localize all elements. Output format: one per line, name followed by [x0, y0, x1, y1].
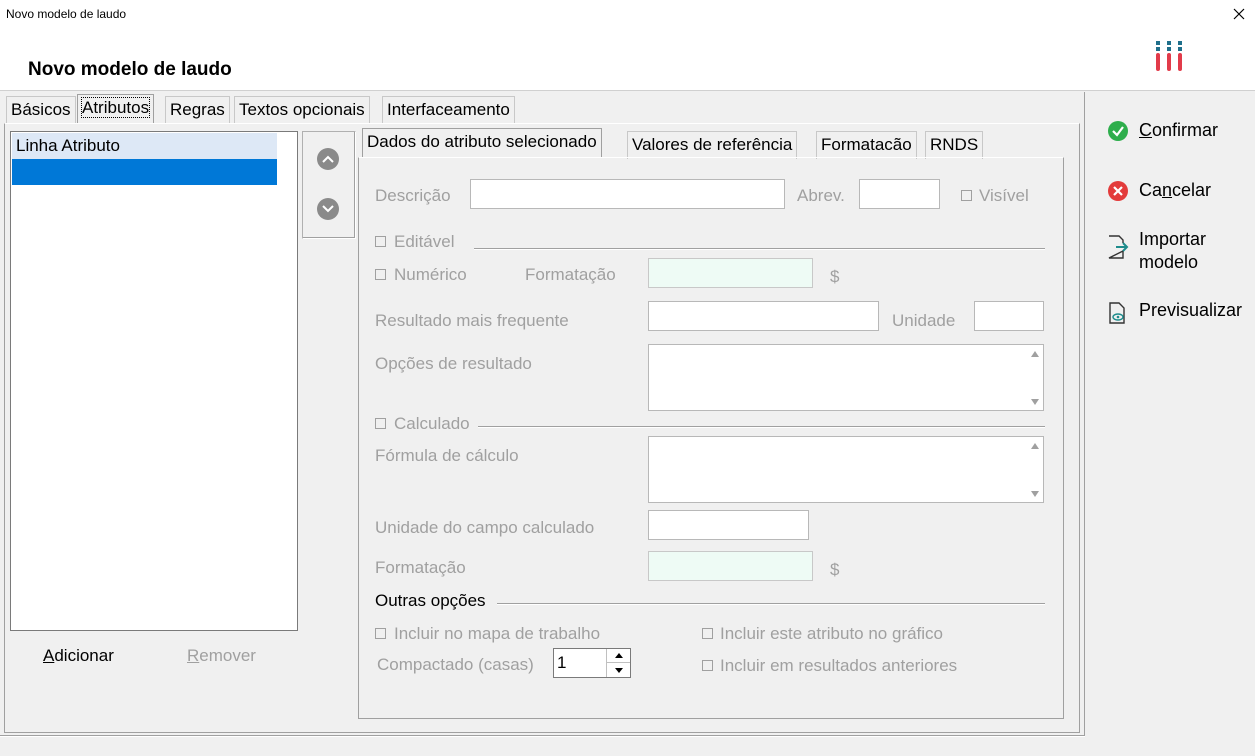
compactado-value[interactable]: 1 [557, 653, 566, 673]
bottom-separator [0, 735, 1085, 737]
editavel-label: Editável [394, 232, 455, 251]
editavel-checkbox[interactable] [375, 236, 386, 247]
close-icon [1233, 8, 1244, 19]
preview-button[interactable]: Previsualizar [1107, 300, 1242, 326]
tab-interfaceamento[interactable]: Interfaceamento [382, 96, 515, 124]
numerico-label: Numérico [394, 265, 467, 284]
tab-label: Atributos [80, 97, 151, 118]
unidade-label: Unidade [892, 311, 956, 330]
tab-label: Regras [170, 100, 225, 119]
formatacao2-label: Formatação [375, 558, 466, 577]
unidade-calc-label: Unidade do campo calculado [375, 518, 595, 537]
tab-dados-atributo[interactable]: Dados do atributo selecionado [362, 128, 602, 158]
visivel-checkbox[interactable] [961, 190, 972, 201]
divider [474, 248, 1045, 250]
calculado-label: Calculado [394, 414, 470, 433]
scroll-up-icon[interactable] [1031, 443, 1039, 449]
resultado-input[interactable] [648, 301, 879, 331]
tab-formatacao[interactable]: Formatacão [816, 131, 917, 159]
opcoes-label: Opções de resultado [375, 354, 532, 373]
compactado-label: Compactado (casas) [377, 655, 534, 674]
chevron-up-icon [322, 155, 334, 163]
preview-label: Previsualizar [1139, 300, 1243, 320]
formatacao-input[interactable] [648, 258, 813, 288]
import-file-icon [1107, 234, 1129, 264]
tab-label: Textos opcionais [239, 100, 365, 119]
scroll-down-icon[interactable] [1031, 399, 1039, 405]
test-tubes-icon [1156, 41, 1182, 71]
visivel-label: Visível [979, 186, 1029, 205]
formula-textarea[interactable] [648, 436, 1044, 503]
formatacao2-input[interactable] [648, 551, 813, 581]
move-down-button[interactable] [317, 198, 339, 220]
list-item-selected[interactable] [12, 159, 277, 185]
scroll-down-icon[interactable] [1031, 491, 1039, 497]
divider [497, 603, 1045, 605]
import-model-label: Importar modelo [1139, 229, 1207, 272]
tab-label: Interfaceamento [387, 100, 510, 119]
tab-valores-referencia[interactable]: Valores de referência [627, 131, 798, 159]
title-bar [0, 0, 1255, 27]
close-circle-icon [1107, 180, 1129, 202]
window-title: Novo modelo de laudo [6, 7, 127, 21]
tab-label: Valores de referência [632, 135, 793, 154]
resultado-label: Resultado mais frequente [375, 311, 569, 330]
close-button[interactable] [1222, 0, 1255, 27]
confirm-label: Confirmar [1139, 120, 1219, 140]
tab-label: RNDS [930, 135, 979, 154]
currency-symbol-2: $ [830, 560, 840, 579]
incluir-mapa-label: Incluir no mapa de trabalho [394, 624, 601, 643]
tab-textos-opcionais[interactable]: Textos opcionais [234, 96, 370, 124]
divider [478, 426, 1045, 428]
unidade-input[interactable] [974, 301, 1044, 331]
tab-label: Dados do atributo selecionado [367, 132, 597, 151]
scroll-up-icon[interactable] [1031, 351, 1039, 357]
abrev-label: Abrev. [797, 186, 845, 205]
list-item[interactable]: Linha Atributo [12, 133, 277, 159]
confirm-button[interactable]: Confirmar [1107, 120, 1218, 142]
stepper-down-button[interactable] [606, 663, 630, 677]
reorder-box [302, 131, 356, 239]
tab-label: Formatacão [821, 135, 912, 154]
remove-button[interactable]: Remover [187, 646, 256, 666]
descricao-input[interactable] [470, 179, 785, 209]
outras-opcoes-heading: Outras opções [375, 591, 486, 610]
incluir-anteriores-checkbox[interactable] [702, 660, 713, 671]
currency-symbol: $ [830, 267, 840, 286]
tab-label: Básicos [11, 100, 71, 119]
incluir-grafico-label: Incluir este atributo no gráfico [720, 624, 944, 643]
unidade-calc-input[interactable] [648, 510, 809, 540]
descricao-label: Descrição [375, 186, 451, 205]
tab-atributos[interactable]: Atributos [77, 94, 155, 124]
preview-file-icon [1107, 300, 1129, 326]
import-model-button[interactable]: Importar modelo [1107, 228, 1206, 274]
add-button[interactable]: Adicionar [43, 646, 114, 666]
incluir-grafico-checkbox[interactable] [702, 628, 713, 639]
tab-basicos[interactable]: Básicos [6, 96, 76, 124]
incluir-mapa-checkbox[interactable] [375, 628, 386, 639]
cancel-button[interactable]: Cancelar [1107, 180, 1211, 202]
opcoes-textarea[interactable] [648, 344, 1044, 411]
numerico-checkbox[interactable] [375, 269, 386, 280]
formula-label: Fórmula de cálculo [375, 446, 519, 465]
attribute-list[interactable]: Linha Atributo [10, 131, 298, 631]
formatacao-label: Formatação [525, 265, 616, 284]
abrev-input[interactable] [859, 179, 940, 209]
calculado-checkbox[interactable] [375, 418, 386, 429]
chevron-down-icon [322, 205, 334, 213]
caret-up-icon [614, 653, 623, 658]
stepper-up-button[interactable] [606, 649, 630, 663]
cancel-label: Cancelar [1139, 180, 1212, 200]
incluir-anteriores-label: Incluir em resultados anteriores [720, 656, 958, 675]
tab-regras[interactable]: Regras [165, 96, 230, 124]
check-circle-icon [1107, 120, 1129, 142]
tab-rnds[interactable]: RNDS [925, 131, 984, 159]
caret-down-icon [614, 667, 623, 673]
page-title: Novo modelo de laudo [28, 59, 232, 80]
move-up-button[interactable] [317, 148, 339, 170]
compactado-stepper[interactable]: 1 [553, 648, 631, 678]
